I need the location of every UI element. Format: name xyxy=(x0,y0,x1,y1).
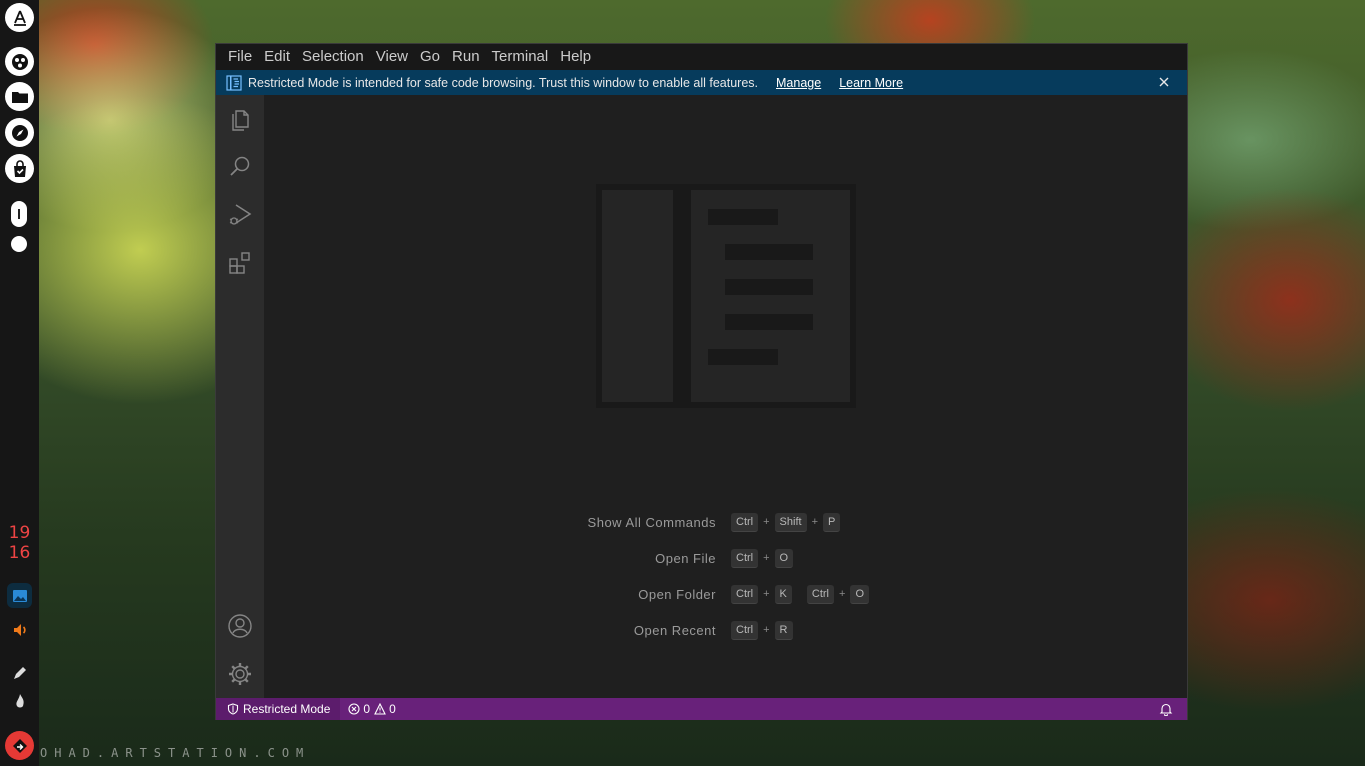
key-ctrl: Ctrl xyxy=(806,584,834,604)
logout-icon[interactable] xyxy=(5,731,34,760)
key-ctrl: Ctrl xyxy=(731,620,759,640)
shortcut-label: Open Recent xyxy=(633,622,716,638)
shortcut-keys: Ctrl + R xyxy=(731,620,793,640)
banner-manage-link[interactable]: Manage xyxy=(776,76,821,90)
problems-status[interactable]: 0 0 xyxy=(348,702,396,716)
shield-icon xyxy=(227,703,239,715)
image-viewer-icon[interactable] xyxy=(7,583,32,608)
run-debug-icon[interactable] xyxy=(227,202,253,228)
editor-area[interactable]: Show All Commands Ctrl + Shift + P Open Fi… xyxy=(264,95,1187,698)
banner-learn-more-link[interactable]: Learn More xyxy=(839,76,903,90)
menu-edit[interactable]: Edit xyxy=(258,44,296,70)
restricted-mode-banner: Restricted Mode is intended for safe cod… xyxy=(216,70,1187,95)
left-dock: 19 16 xyxy=(0,0,39,766)
menu-help[interactable]: Help xyxy=(554,44,597,70)
menu-file[interactable]: File xyxy=(222,44,258,70)
vscode-watermark-logo xyxy=(596,184,856,408)
pen-icon[interactable] xyxy=(7,660,32,685)
status-bar: Restricted Mode 0 0 xyxy=(216,698,1187,720)
key-o: O xyxy=(774,548,794,568)
menu-view[interactable]: View xyxy=(370,44,414,70)
notifications-bell-icon[interactable] xyxy=(1159,702,1173,716)
key-ctrl: Ctrl xyxy=(731,512,759,532)
apps-icon[interactable] xyxy=(5,47,34,76)
clock-minute: 16 xyxy=(8,543,31,563)
shortcut-row-open-folder[interactable]: Open Folder Ctrl + K Ctrl + O xyxy=(264,584,1187,604)
shortcut-keys: Ctrl + O xyxy=(731,548,794,568)
workspace-trust-icon xyxy=(226,74,242,91)
wallpaper-credit: OHAD.ARTSTATION.COM xyxy=(40,746,311,760)
vscode-window: File Edit Selection View Go Run Terminal… xyxy=(215,43,1188,720)
key-k: K xyxy=(774,584,792,604)
workspace-indicator[interactable] xyxy=(11,201,27,227)
accounts-icon[interactable] xyxy=(227,613,253,639)
browser-icon[interactable] xyxy=(5,118,34,147)
settings-gear-icon[interactable] xyxy=(227,661,253,687)
banner-message: Restricted Mode is intended for safe cod… xyxy=(248,75,758,90)
shortcut-row-show-all-commands[interactable]: Show All Commands Ctrl + Shift + P xyxy=(264,512,1187,532)
close-icon[interactable] xyxy=(1157,75,1171,89)
key-p: P xyxy=(823,512,841,532)
store-bag-icon[interactable] xyxy=(5,154,34,183)
warning-icon xyxy=(374,703,386,715)
error-icon xyxy=(348,703,360,715)
menu-run[interactable]: Run xyxy=(446,44,486,70)
shortcut-row-open-recent[interactable]: Open Recent Ctrl + R xyxy=(264,620,1187,640)
key-shift: Shift xyxy=(774,512,807,532)
shortcut-row-open-file[interactable]: Open File Ctrl + O xyxy=(264,548,1187,568)
menu-bar: File Edit Selection View Go Run Terminal… xyxy=(216,44,1187,70)
menu-terminal[interactable]: Terminal xyxy=(486,44,555,70)
app-store-icon[interactable] xyxy=(5,3,34,32)
files-icon[interactable] xyxy=(5,82,34,111)
restricted-mode-label: Restricted Mode xyxy=(243,702,331,716)
key-o: O xyxy=(850,584,869,604)
shortcut-label: Open File xyxy=(655,550,716,566)
shortcut-keys: Ctrl + K Ctrl + O xyxy=(731,584,869,604)
error-count: 0 xyxy=(363,702,371,716)
clock-hour: 19 xyxy=(8,523,31,543)
menu-selection[interactable]: Selection xyxy=(296,44,370,70)
shortcut-label: Show All Commands xyxy=(587,514,716,530)
search-icon[interactable] xyxy=(227,154,253,180)
clock[interactable]: 19 16 xyxy=(0,523,39,563)
extensions-icon[interactable] xyxy=(227,250,253,276)
menu-go[interactable]: Go xyxy=(414,44,446,70)
key-ctrl: Ctrl xyxy=(731,548,759,568)
workspace-dot[interactable] xyxy=(11,236,27,252)
volume-icon[interactable] xyxy=(7,617,32,642)
key-ctrl: Ctrl xyxy=(731,584,759,604)
shortcut-label: Open Folder xyxy=(638,586,716,602)
activity-bar xyxy=(216,95,264,698)
warning-count: 0 xyxy=(389,702,396,716)
key-r: R xyxy=(774,620,793,640)
flame-icon[interactable] xyxy=(7,688,32,713)
explorer-icon[interactable] xyxy=(227,106,253,132)
shortcut-keys: Ctrl + Shift + P xyxy=(731,512,841,532)
restricted-mode-status[interactable]: Restricted Mode xyxy=(216,698,341,720)
